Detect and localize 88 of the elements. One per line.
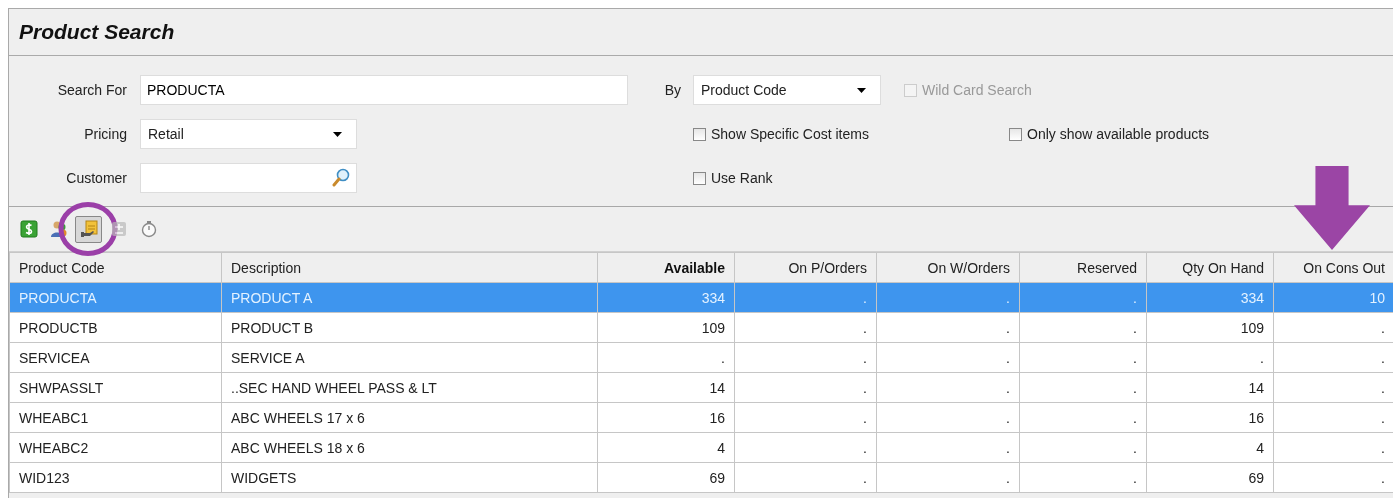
table-cell: . <box>1019 432 1147 463</box>
field-label: Pricing <box>84 126 127 142</box>
table-cell: WHEABC1 <box>9 402 222 433</box>
table-cell: ABC WHEELS 17 x 6 <box>221 402 598 433</box>
checkbox[interactable] <box>693 127 706 141</box>
table-cell: 14 <box>597 372 735 403</box>
table-cell: . <box>876 372 1020 403</box>
column-header[interactable]: Available <box>597 252 735 283</box>
table-cell: SHWPASSLT <box>9 372 222 403</box>
table-cell: . <box>1019 462 1147 493</box>
column-header[interactable]: Description <box>221 252 598 283</box>
table-cell: WID123 <box>9 462 222 493</box>
table-cell: PRODUCTA <box>9 282 222 313</box>
toolbar-button[interactable] <box>75 215 102 243</box>
stopwatch-icon <box>139 220 158 238</box>
table-cell: 334 <box>597 282 735 313</box>
table-cell: . <box>1019 342 1147 373</box>
table-cell: . <box>876 432 1020 463</box>
checkbox[interactable] <box>693 171 706 185</box>
checkbox-label[interactable]: Use Rank <box>711 170 773 186</box>
table-cell: . <box>597 342 735 373</box>
table-cell: 10 <box>1273 282 1393 313</box>
table-cell: . <box>876 462 1020 493</box>
table-cell: . <box>734 462 877 493</box>
table-cell: 109 <box>1146 312 1274 343</box>
table-row[interactable]: WID123 WIDGETS 69 . . . 69 . <box>9 462 1393 493</box>
table-cell: ..SEC HAND WHEEL PASS & LT <box>221 372 598 403</box>
column-header[interactable]: Qty On Hand <box>1146 252 1274 283</box>
table-row[interactable]: SHWPASSLT ..SEC HAND WHEEL PASS & LT 14 . . . 14 . <box>9 372 1393 403</box>
table-cell: . <box>876 342 1020 373</box>
table-cell: . <box>1019 372 1147 403</box>
table-row[interactable]: SERVICEA SERVICE A . . . . . . <box>9 342 1393 373</box>
column-header[interactable]: On W/Orders <box>876 252 1020 283</box>
table-cell: . <box>734 402 877 433</box>
table-cell: ABC WHEELS 18 x 6 <box>221 432 598 463</box>
table-cell: 4 <box>597 432 735 463</box>
table-row[interactable]: PRODUCTB PRODUCT B 109 . . . 109 . <box>9 312 1393 343</box>
field-label: Customer <box>66 170 127 186</box>
table-cell: WIDGETS <box>221 462 598 493</box>
caret-icon <box>333 131 342 137</box>
table-cell: . <box>876 312 1020 343</box>
table-cell: . <box>734 372 877 403</box>
dollar-icon <box>19 220 38 238</box>
column-header[interactable]: Product Code <box>9 252 222 283</box>
table-cell: . <box>1019 312 1147 343</box>
column-header[interactable]: On P/Orders <box>734 252 877 283</box>
field-label: Search For <box>57 82 127 98</box>
checkbox-label[interactable]: Only show available products <box>1027 126 1210 142</box>
table-cell: 14 <box>1146 372 1274 403</box>
table-cell: . <box>876 402 1020 433</box>
table-cell: PRODUCT A <box>221 282 598 313</box>
table-cell: WHEABC2 <box>9 432 222 463</box>
table-cell: SERVICE A <box>221 342 598 373</box>
search-icon[interactable] <box>332 168 350 188</box>
dropdown[interactable]: Retail <box>140 119 357 149</box>
table-cell: 4 <box>1146 432 1274 463</box>
table-cell: . <box>876 282 1020 313</box>
field-label: By <box>664 82 681 98</box>
table-cell: . <box>1019 282 1147 313</box>
table-cell: 334 <box>1146 282 1274 313</box>
checkbox-label[interactable]: Show Specific Cost items <box>711 126 869 142</box>
table-cell: PRODUCT B <box>221 312 598 343</box>
table-cell: . <box>734 312 877 343</box>
box-hand-icon <box>79 220 98 238</box>
table-cell: . <box>1146 342 1274 373</box>
table-cell: SERVICEA <box>9 342 222 373</box>
people-icon <box>49 220 68 238</box>
table-cell: . <box>734 282 877 313</box>
table-cell: PRODUCTB <box>9 312 222 343</box>
column-header[interactable]: On Cons Out <box>1273 252 1393 283</box>
table-cell: 16 <box>597 402 735 433</box>
table-cell: 69 <box>1146 462 1274 493</box>
search-field[interactable]: PRODUCTA <box>140 75 628 105</box>
dropdown[interactable]: Product Code <box>693 75 881 105</box>
caret-icon <box>857 87 866 93</box>
table-cell: 16 <box>1146 402 1274 433</box>
checkbox[interactable] <box>1009 127 1022 141</box>
table-cell: . <box>734 342 877 373</box>
table-row[interactable]: WHEABC1 ABC WHEELS 17 x 6 16 . . . 16 . <box>9 402 1393 433</box>
checkbox-label: Wild Card Search <box>922 82 1032 98</box>
table-cell: . <box>1019 402 1147 433</box>
window-title: Product Search <box>19 20 175 44</box>
table-cell: 69 <box>597 462 735 493</box>
table-row[interactable]: WHEABC2 ABC WHEELS 18 x 6 4 . . . 4 . <box>9 432 1393 463</box>
table-cell: 109 <box>597 312 735 343</box>
column-header[interactable]: Reserved <box>1019 252 1147 283</box>
customer-field[interactable] <box>140 163 357 193</box>
table-cell: . <box>734 432 877 463</box>
